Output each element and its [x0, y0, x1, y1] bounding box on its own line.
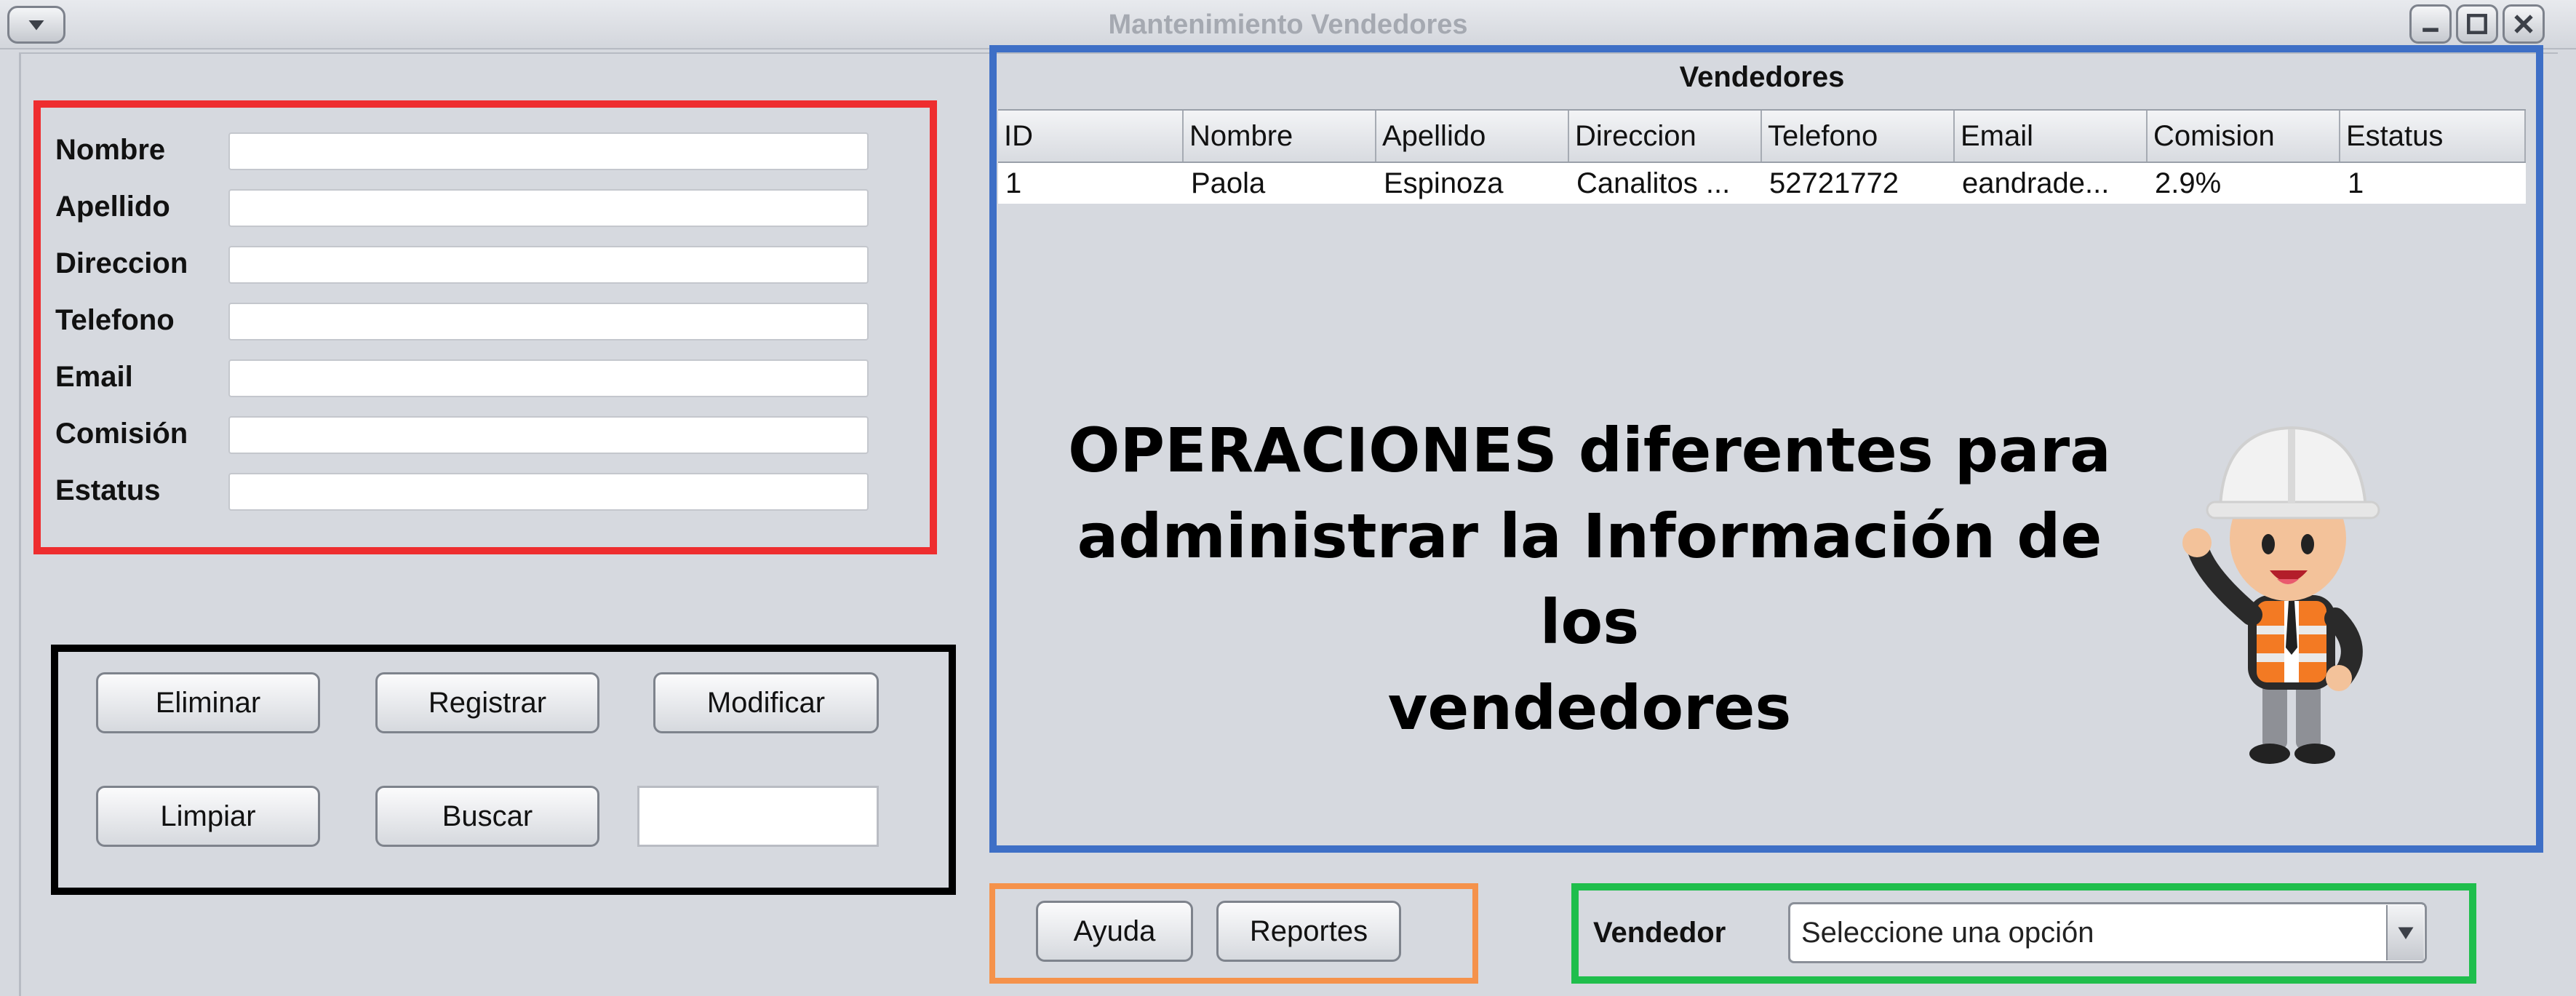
table-highlight-box — [989, 45, 2543, 853]
actions-highlight-box — [51, 645, 956, 895]
close-icon — [2514, 15, 2533, 33]
maximize-icon — [2467, 14, 2487, 34]
vendedor-highlight-box — [1571, 883, 2476, 984]
maximize-button[interactable] — [2456, 4, 2498, 44]
window-title: Mantenimiento Vendedores — [1108, 9, 1468, 40]
footer-buttons-highlight-box — [989, 883, 1478, 984]
minimize-icon — [2423, 28, 2439, 32]
close-button[interactable] — [2503, 4, 2545, 44]
minimize-button[interactable] — [2409, 4, 2452, 44]
form-highlight-box — [33, 100, 937, 554]
